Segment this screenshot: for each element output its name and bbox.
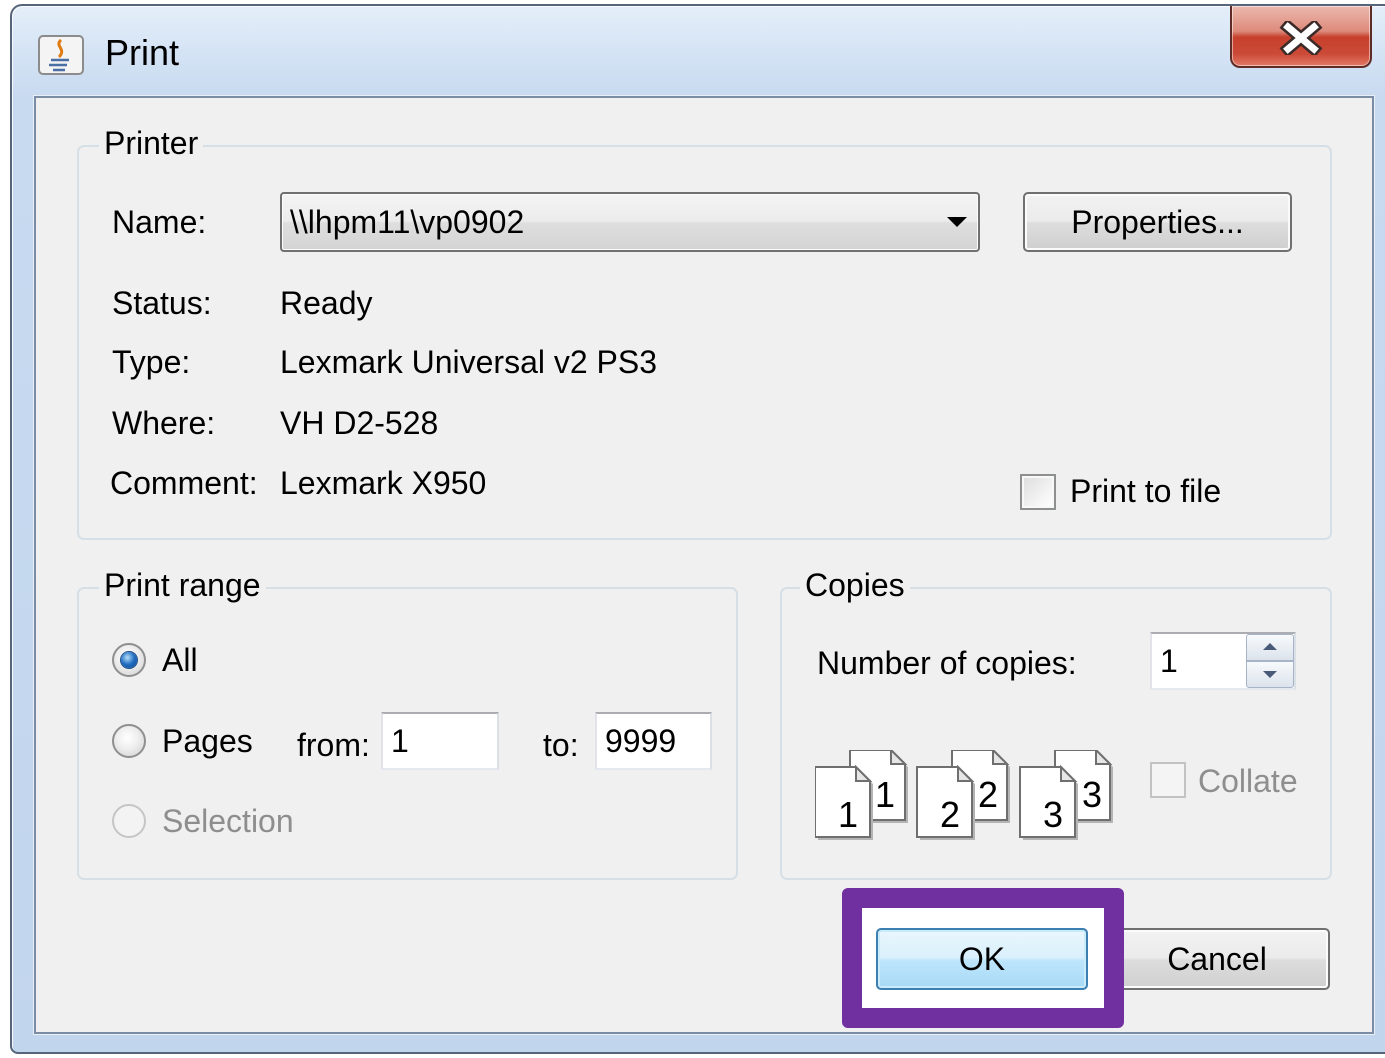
type-value: Lexmark Universal v2 PS3	[280, 344, 658, 380]
printer-group-legend: Printer	[99, 125, 204, 161]
print-to-file-box	[1020, 474, 1056, 510]
to-label: to:	[543, 727, 579, 763]
collate-page-number: 1	[838, 794, 858, 835]
radio-dot	[121, 652, 137, 668]
status-label: Status:	[112, 285, 212, 321]
spinner-up-button[interactable]	[1246, 634, 1294, 661]
from-label: from:	[297, 727, 370, 763]
collate-page-number: 3	[1043, 794, 1063, 835]
collate-page-number: 2	[978, 774, 998, 815]
printer-name-value: \\lhpm11\vp0902	[290, 204, 525, 240]
copies-spinner	[1150, 632, 1296, 690]
dropdown-arrow-icon	[947, 217, 967, 227]
window-title: Print	[105, 32, 180, 73]
print-dialog-window: Print Printer Name: \\lhpm11\vp0902 Prop…	[10, 4, 1385, 1054]
collate-page-number: 3	[1082, 774, 1102, 815]
print-to-file-label: Print to file	[1070, 473, 1222, 509]
radio-selection-label: Selection	[162, 803, 294, 839]
close-icon	[1279, 21, 1323, 55]
arrow-down-icon	[1263, 671, 1277, 678]
print-range-legend: Print range	[99, 567, 266, 603]
collate-page-number: 1	[875, 774, 895, 815]
dialog-client-area: Printer Name: \\lhpm11\vp0902 Properties…	[36, 98, 1372, 1032]
collate-preview-icon: 1 1 2 2 3 3	[815, 750, 1113, 840]
printer-name-label: Name:	[112, 204, 207, 240]
cancel-button[interactable]: Cancel	[1104, 928, 1330, 990]
radio-all-circle	[112, 643, 146, 677]
printer-name-dropdown[interactable]: \\lhpm11\vp0902	[280, 192, 980, 252]
where-label: Where:	[112, 405, 216, 441]
close-button[interactable]	[1230, 6, 1372, 68]
radio-pages-label: Pages	[162, 723, 253, 759]
print-to-file-checkbox[interactable]: Print to file	[1020, 473, 1320, 511]
copies-legend: Copies	[800, 567, 910, 603]
to-page-input[interactable]	[595, 712, 712, 770]
collate-label: Collate	[1198, 763, 1298, 799]
radio-all[interactable]: All	[112, 642, 202, 680]
collate-box	[1150, 762, 1186, 798]
radio-pages-circle	[112, 724, 146, 758]
title-bar[interactable]: Print	[12, 6, 1385, 96]
comment-label: Comment:	[110, 465, 258, 501]
collate-page-number: 2	[940, 794, 960, 835]
spinner-down-button[interactable]	[1246, 661, 1294, 688]
copies-group: Copies Number of copies: 1 1 1 2 2 3 3 C…	[780, 567, 1332, 880]
type-label: Type:	[112, 344, 191, 380]
properties-button[interactable]: Properties...	[1023, 192, 1292, 252]
status-value: Ready	[280, 285, 373, 321]
where-value: VH D2-528	[280, 405, 439, 441]
printer-group: Printer Name: \\lhpm11\vp0902 Properties…	[77, 125, 1332, 540]
java-app-icon	[38, 35, 84, 75]
radio-selection-circle	[112, 804, 146, 838]
radio-selection: Selection	[112, 803, 302, 841]
radio-pages[interactable]: Pages	[112, 723, 262, 761]
comment-value: Lexmark X950	[280, 465, 487, 501]
from-page-input[interactable]	[381, 712, 499, 770]
print-range-group: Print range All Pages from: to: Selectio…	[77, 567, 738, 880]
radio-all-label: All	[162, 642, 198, 678]
collate-checkbox: Collate	[1150, 762, 1320, 800]
arrow-up-icon	[1263, 643, 1277, 650]
copies-input[interactable]	[1152, 634, 1246, 688]
ok-button[interactable]: OK	[876, 928, 1088, 990]
number-of-copies-label: Number of copies:	[817, 645, 1077, 681]
